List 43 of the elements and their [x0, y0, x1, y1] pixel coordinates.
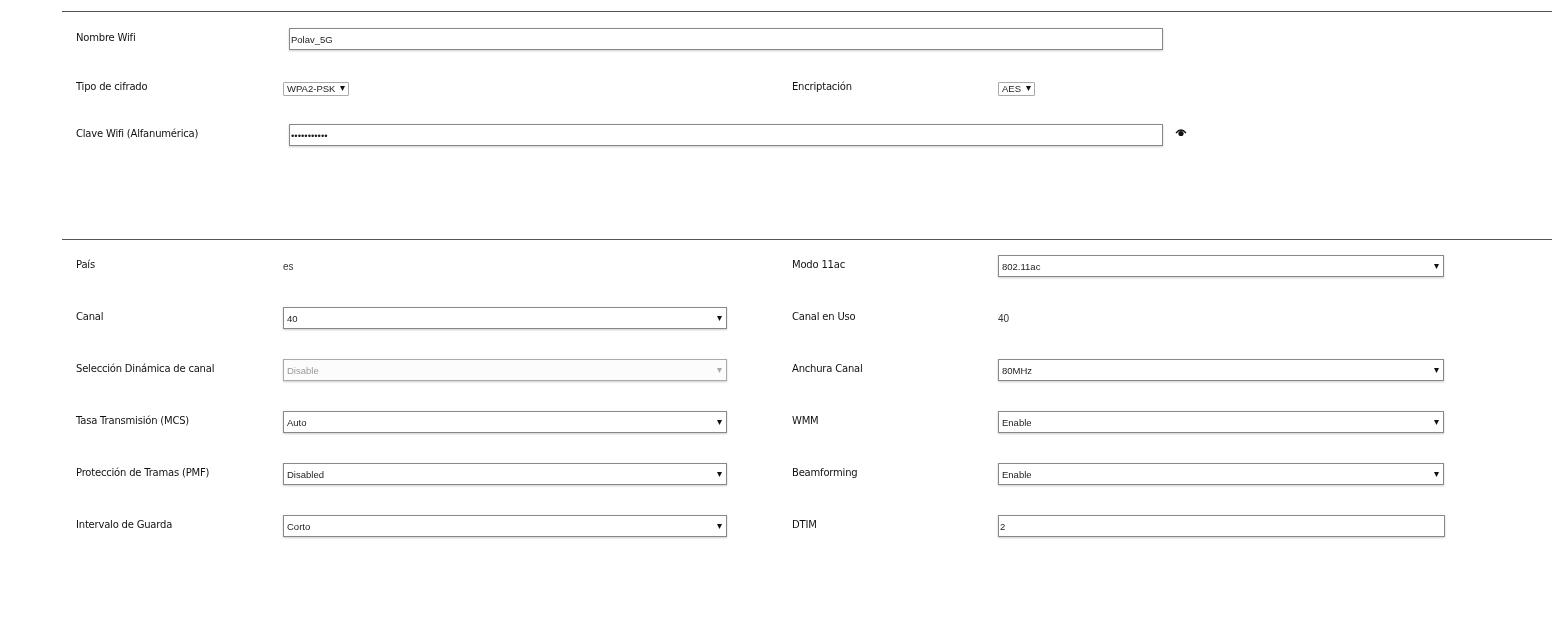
dropdown[interactable]: Corto [283, 515, 727, 537]
field-label: Canal [76, 310, 104, 322]
dropdown[interactable]: 80MHz [998, 359, 1444, 381]
dropdown[interactable]: Auto [283, 411, 727, 433]
caret-icon [1434, 419, 1439, 425]
field-label: Tipo de cifrado [76, 80, 149, 92]
password-field[interactable]: ••••••••••• [289, 124, 1163, 146]
caret-icon [340, 86, 346, 91]
field-label: Beamforming [792, 466, 858, 478]
field-label: WMM [792, 414, 819, 426]
field-label: Tasa Transmisión (MCS) [76, 414, 190, 426]
dropdown[interactable]: Enable [998, 463, 1444, 485]
field-label: País [76, 258, 95, 270]
eye-icon[interactable] [1175, 128, 1187, 137]
caret-icon [1434, 471, 1439, 477]
field-label: Selección Dinámica de canal [76, 362, 215, 374]
dropdown[interactable]: 802.11ac [998, 255, 1444, 277]
caret-icon [717, 471, 722, 477]
field-label: Nombre Wifi [76, 31, 137, 43]
input-field[interactable]: Polav_5G [289, 28, 1163, 50]
caret-icon [717, 367, 722, 373]
caret-icon [1026, 86, 1031, 91]
field-label: Modo 11ac [792, 258, 845, 270]
dropdown[interactable]: 40 [283, 307, 727, 329]
caret-icon [717, 523, 722, 529]
field-label: Clave Wifi (Alfanumérica) [76, 127, 200, 139]
field-label: DTIM [792, 518, 817, 530]
field-label: Protección de Tramas (PMF) [76, 466, 210, 478]
caret-icon [717, 315, 722, 321]
value-text: 40 [998, 312, 1010, 324]
dropdown[interactable]: Disabled [283, 463, 727, 485]
caret-icon [1434, 263, 1439, 269]
dropdown[interactable]: AES [998, 81, 1035, 96]
field-label: Canal en Uso [792, 310, 856, 322]
caret-icon [1434, 367, 1439, 373]
caret-icon [717, 419, 722, 425]
dropdown[interactable]: Enable [998, 411, 1444, 433]
value-text: es [283, 260, 294, 272]
field-label: Encriptación [792, 80, 853, 92]
field-label: Anchura Canal [792, 362, 863, 374]
field-label: Intervalo de Guarda [76, 518, 173, 530]
input-field[interactable]: 2 [998, 515, 1445, 537]
dropdown[interactable]: WPA2-PSK [283, 81, 350, 96]
